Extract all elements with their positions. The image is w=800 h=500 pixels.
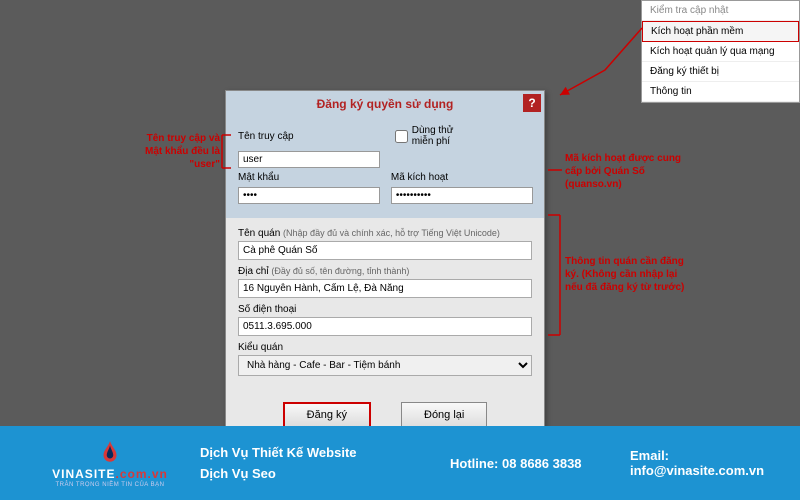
menu-item-register-device[interactable]: Đăng ký thiết bị [642, 62, 799, 82]
footer-services: Dịch Vụ Thiết Kế Website Dịch Vụ Seo [200, 439, 450, 487]
trial-label: Dùng thử miễn phí [412, 125, 472, 147]
shop-name-input[interactable] [238, 241, 532, 260]
password-input[interactable] [238, 187, 380, 204]
activation-label: Mã kích hoạt [391, 172, 448, 183]
footer-hotline: Hotline: 08 8686 3838 [450, 456, 630, 471]
footer-banner: VINASITE.com.vn TRÂN TRỌNG NIỀM TIN CỦA … [0, 426, 800, 500]
annotation-shopinfo: Thông tin quán cần đăng ký. (Không cần n… [565, 255, 695, 294]
dialog-info-section: Tên quán (Nhập đầy đủ và chính xác, hỗ t… [226, 218, 544, 392]
menu-item-info[interactable]: Thông tin [642, 82, 799, 102]
password-label: Mật khẩu [238, 172, 279, 183]
menu-item-activate-software[interactable]: Kích hoạt phần mềm [642, 21, 799, 42]
service-web-design: Dịch Vụ Thiết Kế Website [200, 445, 450, 460]
help-button[interactable]: ? [523, 94, 541, 112]
type-select[interactable]: Nhà hàng - Cafe - Bar - Tiệm bánh [238, 355, 532, 376]
menu-item-check-update[interactable]: Kiểm tra cập nhật [642, 1, 799, 21]
annotation-activation: Mã kích hoạt được cung cấp bởi Quán Số (… [565, 152, 685, 191]
close-button[interactable]: Đóng lại [401, 402, 487, 428]
address-input[interactable] [238, 279, 532, 298]
dialog-title-text: Đăng ký quyền sử dụng [317, 97, 454, 111]
footer-email: Email: info@vinasite.com.vn [630, 448, 800, 478]
type-label: Kiểu quán [238, 342, 532, 353]
menu-item-activate-network-mgmt[interactable]: Kích hoạt quản lý qua mạng [642, 42, 799, 62]
username-input[interactable] [238, 151, 380, 168]
username-label: Tên truy cập [238, 131, 294, 142]
dialog-title: Đăng ký quyền sử dụng ? [226, 91, 544, 117]
registration-dialog: Đăng ký quyền sử dụng ? Tên truy cập Dùn… [225, 90, 545, 443]
logo-subtitle: TRÂN TRỌNG NIỀM TIN CỦA BẠN [56, 482, 165, 488]
service-seo: Dịch Vụ Seo [200, 466, 450, 481]
trial-checkbox[interactable] [395, 130, 408, 143]
register-button[interactable]: Đăng ký [283, 402, 371, 428]
context-menu: Kiểm tra cập nhật Kích hoạt phần mềm Kíc… [641, 0, 800, 103]
activation-input[interactable] [391, 187, 533, 204]
dialog-credentials-section: Tên truy cập Dùng thử miễn phí Mật khẩu … [226, 117, 544, 218]
logo-text: VINASITE.com.vn [52, 467, 168, 481]
flame-icon [97, 439, 123, 465]
address-label: Địa chỉ (Đầy đủ số, tên đường, tỉnh thàn… [238, 266, 532, 277]
annotation-credentials: Tên truy cập và Mật khẩu đều là "user" [140, 132, 220, 171]
shop-name-label: Tên quán (Nhập đầy đủ và chính xác, hỗ t… [238, 228, 532, 239]
phone-label: Số điện thoại [238, 304, 532, 315]
phone-input[interactable] [238, 317, 532, 336]
logo: VINASITE.com.vn TRÂN TRỌNG NIỀM TIN CỦA … [0, 439, 200, 488]
